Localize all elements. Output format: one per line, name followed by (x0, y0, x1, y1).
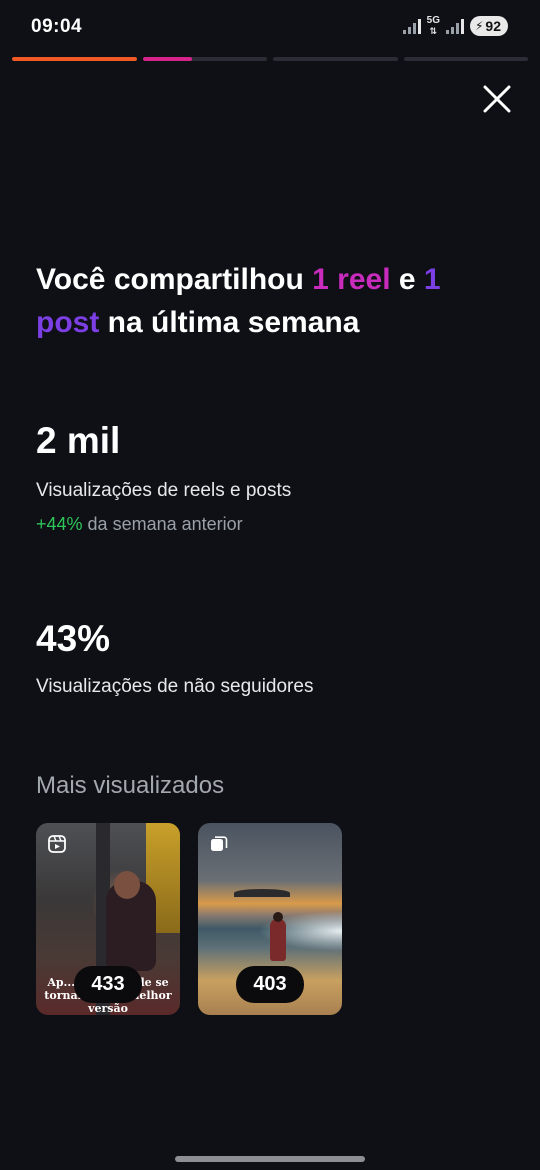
views-label: Visualizações de reels e posts (36, 480, 292, 501)
views-change-text: da semana anterior (82, 514, 243, 534)
story-progress-bar (12, 57, 528, 61)
network-label: 5G (426, 15, 440, 26)
battery-level: 92 (485, 18, 501, 34)
progress-segment-2 (142, 57, 267, 61)
headline-reel-count: 1 reel (312, 263, 391, 296)
most-viewed-item-post[interactable]: 403 (198, 823, 342, 1015)
home-indicator[interactable] (175, 1156, 365, 1162)
headline-part-1: Você compartilhou (36, 263, 313, 296)
close-icon[interactable] (478, 80, 516, 118)
views-change-percent: +44% (36, 514, 83, 534)
views-change: +44% da semana anterior (36, 514, 243, 535)
view-count-badge: 433 (74, 966, 142, 1003)
headline-part-2: e (390, 263, 424, 296)
non-followers-value: 43% (36, 618, 111, 659)
network-type-icon: 5G ⇅ (426, 15, 440, 37)
signal-icon (402, 18, 421, 34)
charging-bolt-icon: ⚡ (474, 19, 484, 33)
thumb-person-head (273, 912, 283, 922)
battery-indicator: ⚡ 92 (469, 16, 508, 36)
views-value: 2 mil (36, 420, 121, 461)
progress-segment-3 (273, 57, 398, 61)
thumb-background-detail (234, 889, 290, 897)
most-viewed-title: Mais visualizados (36, 772, 225, 799)
status-icons: 5G ⇅ ⚡ 92 (402, 15, 508, 37)
headline-part-3: na última semana (99, 306, 360, 339)
view-count-badge: 403 (236, 966, 304, 1003)
signal-icon-2 (445, 18, 464, 34)
status-time: 09:04 (31, 16, 83, 37)
carousel-icon (211, 836, 228, 851)
thumb-person-head (114, 871, 140, 899)
page-headline: Você compartilhou 1 reel e 1 post na últ… (36, 258, 506, 344)
reel-icon (48, 835, 66, 853)
most-viewed-item-reel[interactable]: Ap... processo de se tornar ... sua melh… (36, 823, 180, 1015)
thumb-person (270, 919, 286, 961)
progress-segment-4 (403, 57, 528, 61)
status-bar: 09:04 5G ⇅ ⚡ 92 (0, 0, 540, 56)
non-followers-label: Visualizações de não seguidores (36, 676, 314, 697)
progress-segment-1 (12, 57, 137, 61)
